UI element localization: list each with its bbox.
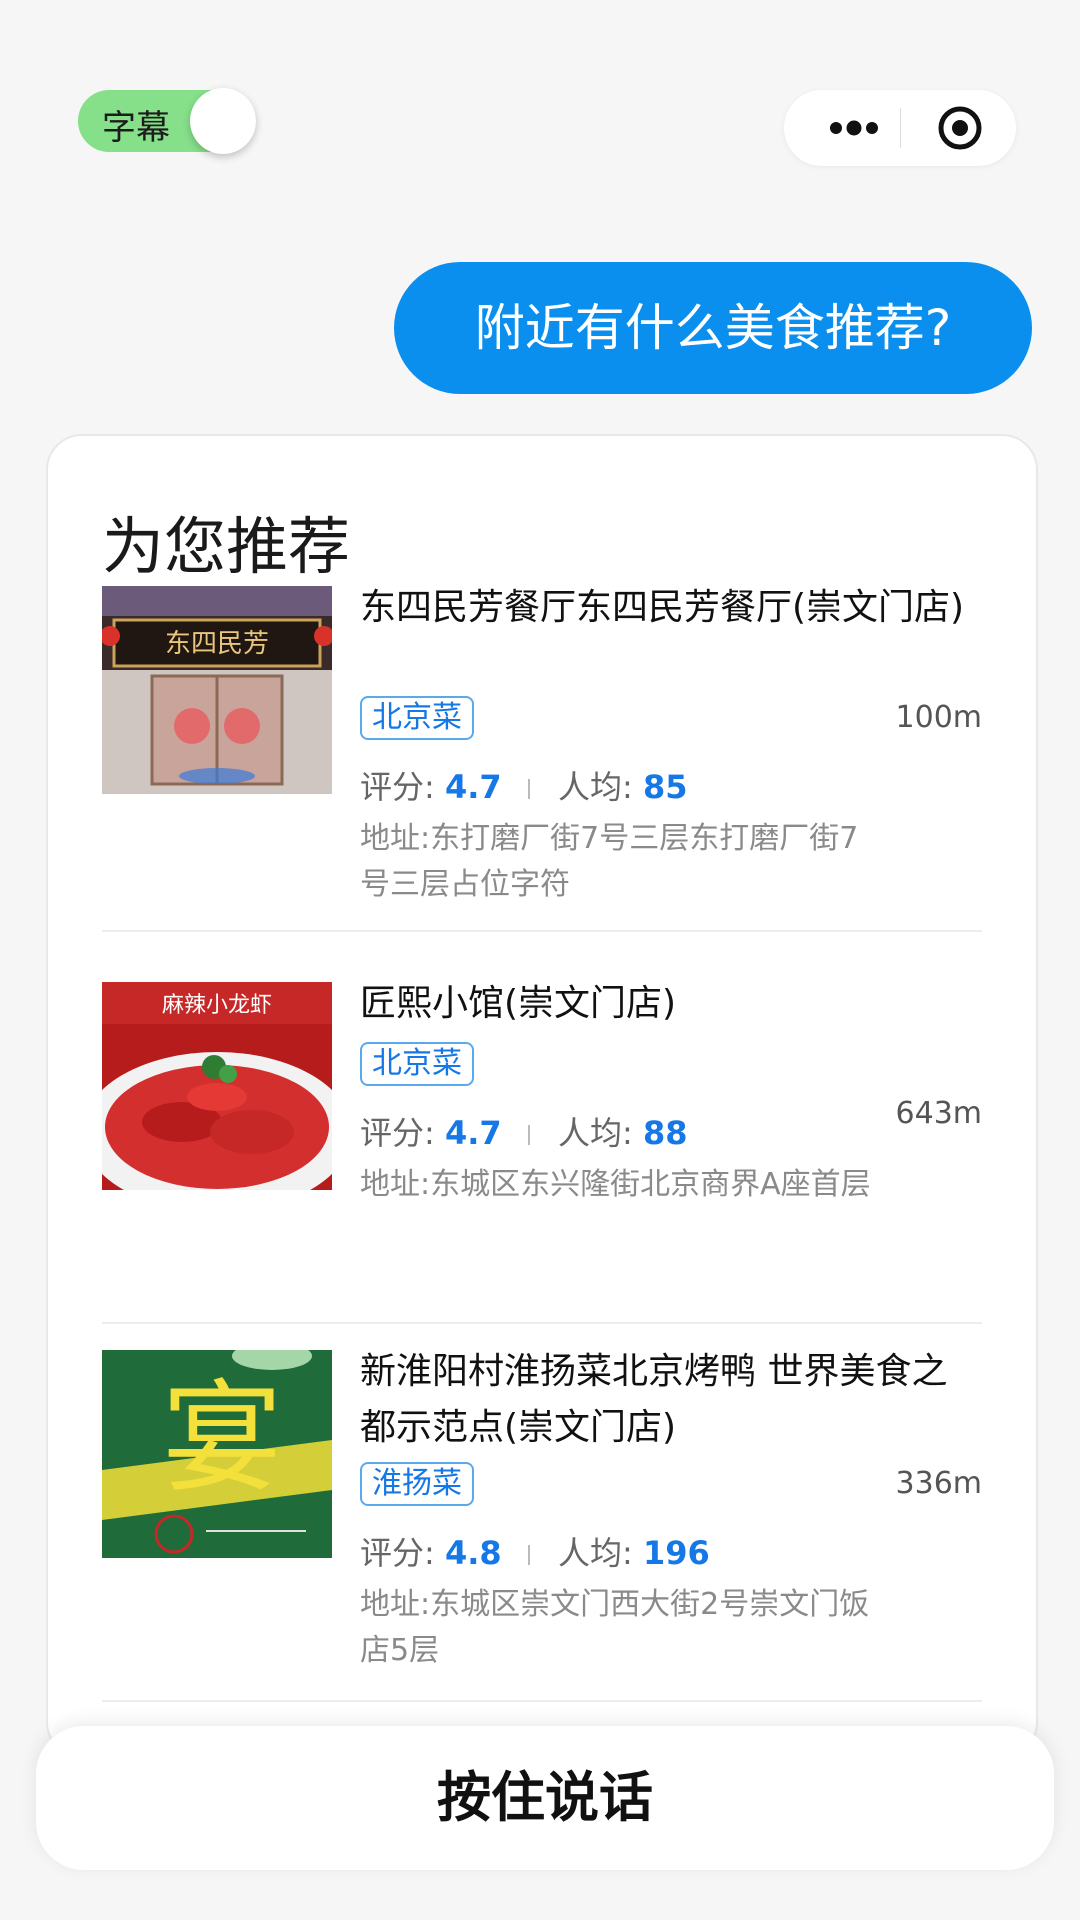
rating-label: 评分: (360, 1114, 435, 1152)
cuisine-tag: 北京菜 (360, 1042, 474, 1086)
meta-separator (527, 779, 530, 799)
subtitle-toggle[interactable]: 字幕 (78, 88, 256, 154)
capsule-divider (900, 108, 901, 148)
toggle-knob (190, 88, 256, 154)
avg-price-value: 88 (642, 1114, 688, 1152)
restaurant-image: 宴 (102, 1350, 332, 1558)
hold-to-talk-button[interactable]: 按住说话 (36, 1726, 1054, 1870)
recommend-card: 为您推荐 东四民芳 东四民芳餐厅东四民芳餐厅(崇文门店) 北京菜 100m 评分… (46, 434, 1038, 1758)
rating-row: 评分: 4.8 人均: 196 (360, 1528, 710, 1574)
meta-separator (527, 1125, 530, 1145)
restaurant-item[interactable]: 东四民芳 东四民芳餐厅东四民芳餐厅(崇文门店) 北京菜 100m 评分: 4.7… (102, 580, 982, 902)
address-label: 地址: (360, 1167, 431, 1202)
rating-row: 评分: 4.7 人均: 85 (360, 762, 688, 808)
restaurant-image: 麻辣小龙虾 (102, 982, 332, 1190)
miniapp-capsule (784, 90, 1016, 166)
distance-label: 336m (895, 1466, 982, 1501)
restaurant-name: 东四民芳餐厅东四民芳餐厅(崇文门店) (360, 587, 965, 628)
cuisine-tag: 淮扬菜 (360, 1462, 474, 1506)
restaurant-image: 东四民芳 (102, 586, 332, 794)
restaurant-name: 新淮阳村淮扬菜北京烤鸭 世界美食之都示范点(崇文门店) (360, 1351, 948, 1448)
rating-label: 评分: (360, 768, 435, 806)
item-divider (102, 1322, 982, 1324)
avg-price-label: 人均: (558, 768, 633, 806)
restaurant-item[interactable]: 宴 新淮阳村淮扬菜北京烤鸭 世界美食之都示范点(崇文门店) 淮扬菜 336m 评… (102, 1344, 982, 1668)
subtitle-toggle-label: 字幕 (102, 108, 170, 148)
cuisine-tag: 北京菜 (360, 696, 474, 740)
distance-label: 643m (895, 1096, 982, 1131)
restaurant-name: 匠熙小馆(崇文门店) (360, 983, 677, 1024)
rating-value: 4.7 (444, 768, 502, 806)
address-text: 地址:东城区崇文门西大街2号崇文门饭店5层 (360, 1582, 880, 1674)
item-divider (102, 1700, 982, 1702)
restaurant-item[interactable]: 麻辣小龙虾 匠熙小馆(崇文门店) 北京菜 643m 评分: 4.7 人均: 88 (102, 976, 982, 1276)
sign-text: 东四民芳 (165, 629, 269, 659)
address-value: 东打磨厂街7号三层东打磨厂街7号三层占位字符 (360, 821, 859, 902)
poster-text: 宴 (162, 1370, 282, 1509)
rating-value: 4.7 (444, 1114, 502, 1152)
top-bar: 字幕 (0, 0, 1080, 180)
avg-price-value: 196 (642, 1534, 710, 1572)
rating-value: 4.8 (444, 1534, 502, 1572)
poster-text: 麻辣小龙虾 (162, 993, 272, 1018)
more-dots-icon[interactable] (822, 112, 886, 144)
avg-price-value: 85 (642, 768, 688, 806)
avg-price-label: 人均: (558, 1114, 633, 1152)
address-label: 地址: (360, 1587, 431, 1622)
recommend-title: 为您推荐 (102, 510, 351, 583)
target-circle-icon[interactable] (936, 104, 984, 152)
rating-label: 评分: (360, 1534, 435, 1572)
address-text: 地址:东打磨厂街7号三层东打磨厂街7号三层占位字符 (360, 816, 880, 908)
address-text: 地址:东城区东兴隆街北京商界A座首层 (360, 1162, 880, 1208)
address-value: 东城区崇文门西大街2号崇文门饭店5层 (360, 1587, 870, 1668)
user-message-bubble: 附近有什么美食推荐? (394, 262, 1032, 394)
avg-price-label: 人均: (558, 1534, 633, 1572)
meta-separator (527, 1545, 530, 1565)
rating-row: 评分: 4.7 人均: 88 (360, 1108, 688, 1154)
address-value: 东城区东兴隆街北京商界A座首层 (430, 1167, 871, 1202)
distance-label: 100m (895, 700, 982, 735)
address-label: 地址: (360, 821, 431, 856)
item-divider (102, 930, 982, 932)
